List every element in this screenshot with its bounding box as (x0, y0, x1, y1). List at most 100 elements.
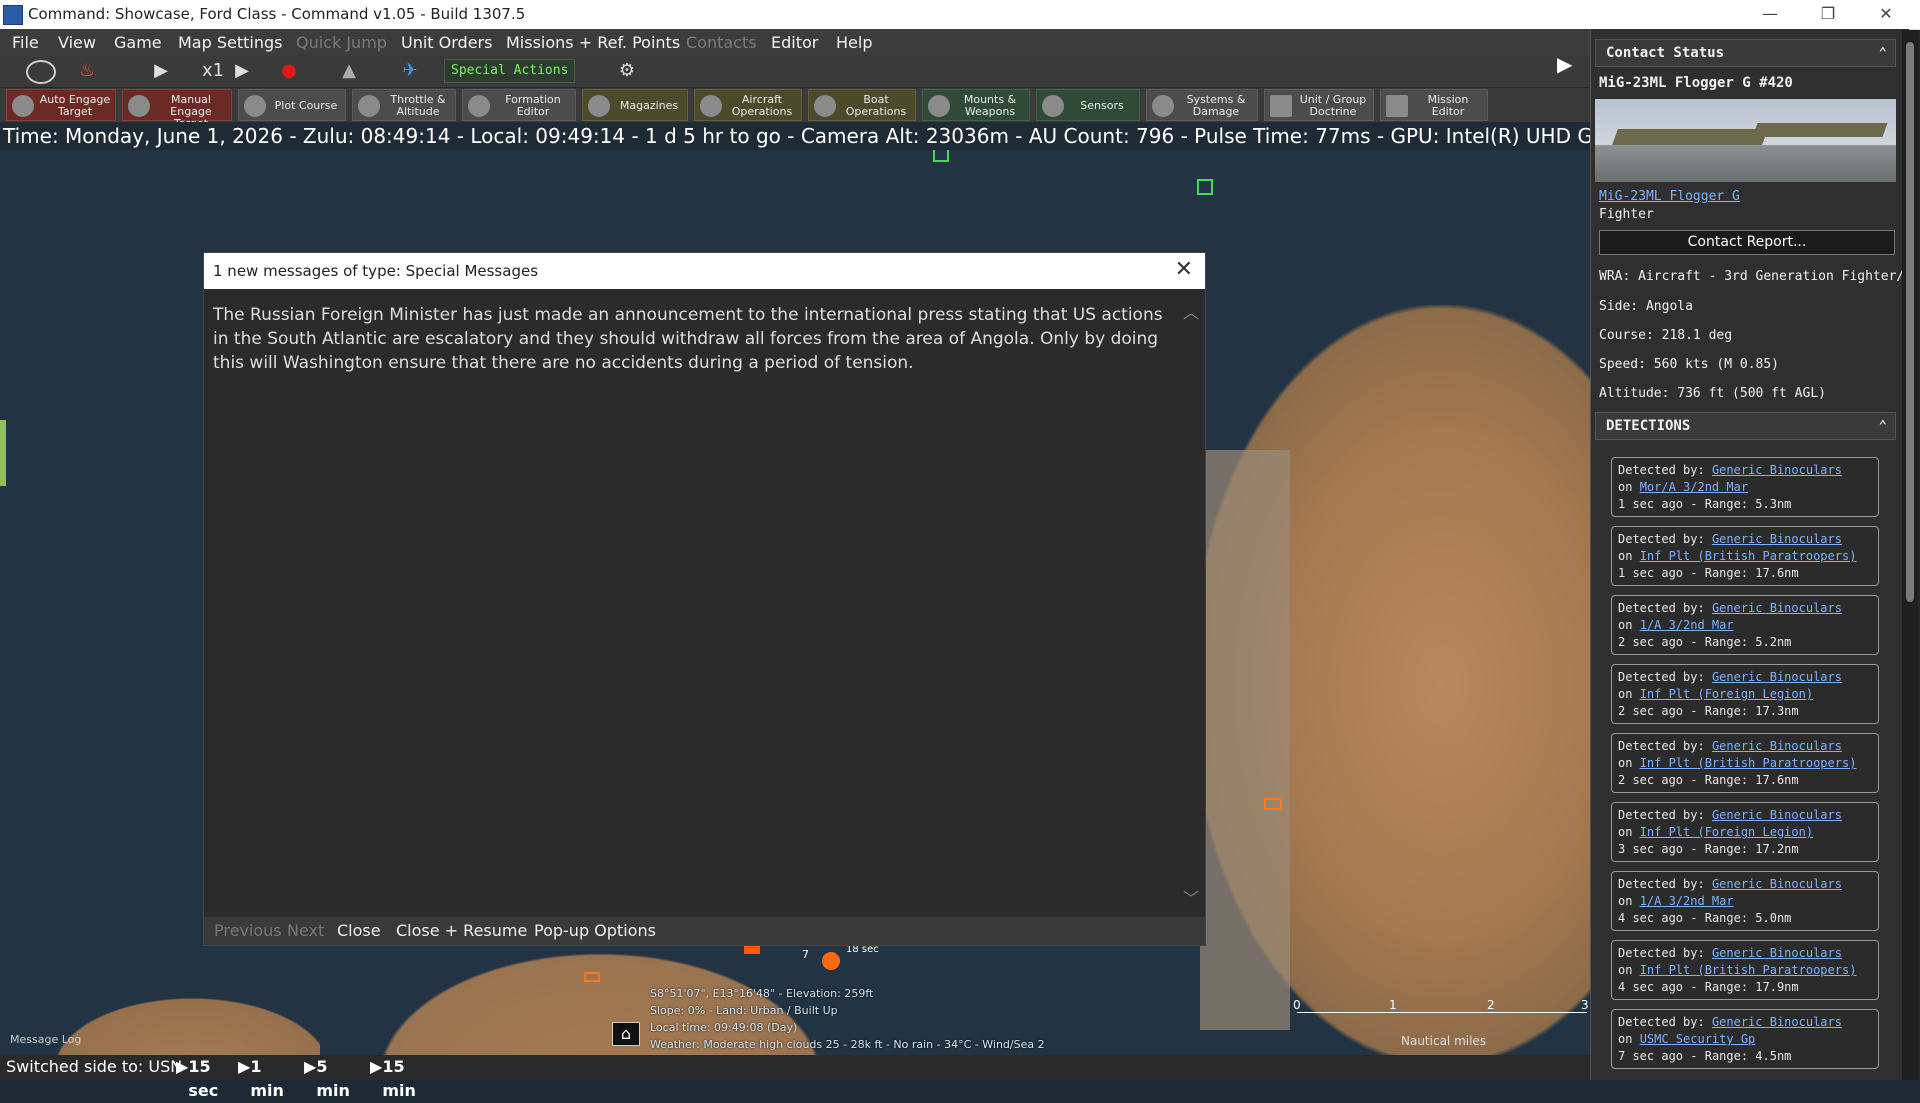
time-step-15sec[interactable]: ▶ 15 sec (176, 1055, 218, 1100)
aircraft-ops-button[interactable]: Aircraft Operations (694, 89, 802, 121)
scroll-up-icon[interactable]: ︿ (1183, 299, 1199, 323)
scroll-down-icon[interactable]: ﹀ (1183, 885, 1199, 909)
sensor-link[interactable]: Generic Binoculars (1712, 739, 1842, 753)
unit-marker[interactable] (933, 150, 949, 162)
previous-button[interactable]: Previous (214, 917, 282, 945)
next-button[interactable]: Next (287, 917, 324, 945)
collapse-icon[interactable]: ⌃ (1879, 40, 1887, 66)
menu-missions[interactable]: Missions + Ref. Points (506, 33, 680, 52)
step-button[interactable]: ▶ (230, 59, 254, 83)
menu-quick-jump[interactable]: Quick Jump (296, 33, 387, 52)
detector-unit-link[interactable]: Inf Plt (British Paratroopers) (1640, 756, 1857, 770)
clock-icon[interactable] (26, 60, 56, 84)
detection-item: Detected by: Generic Binoculars on Inf Pl… (1611, 733, 1879, 793)
contact-report-button[interactable]: Contact Report... (1599, 230, 1895, 255)
detector-unit-link[interactable]: Inf Plt (British Paratroopers) (1640, 549, 1857, 563)
sensor-link[interactable]: Generic Binoculars (1712, 946, 1842, 960)
time-step-5min[interactable]: ▶ 5 min (304, 1055, 350, 1100)
menu-game[interactable]: Game (114, 33, 162, 52)
sensor-link[interactable]: Generic Binoculars (1712, 808, 1842, 822)
mounts-weapons-button[interactable]: Mounts & Weapons (922, 89, 1030, 121)
unit-count-label: 7 (802, 948, 809, 961)
menu-contacts[interactable]: Contacts (686, 33, 757, 52)
menu-file[interactable]: File (12, 33, 39, 52)
detector-unit-link[interactable]: Inf Plt (British Paratroopers) (1640, 963, 1857, 977)
detector-unit-link[interactable]: USMC Security Gp (1640, 1032, 1756, 1046)
special-actions-button[interactable]: Special Actions (444, 59, 576, 83)
detections-header[interactable]: DETECTIONS ⌃ (1595, 412, 1896, 440)
detection-item: Detected by: Generic Binoculars on USMC S… (1611, 1009, 1879, 1069)
time-step-1min[interactable]: ▶ 1 min (238, 1055, 284, 1100)
urban-area (1200, 450, 1290, 1030)
minimize-button[interactable]: — (1750, 2, 1790, 26)
side-handle[interactable] (0, 420, 6, 486)
sensor-link[interactable]: Generic Binoculars (1712, 670, 1842, 684)
close-resume-button[interactable]: Close + Resume (396, 917, 527, 945)
message-log-tab[interactable]: Message Log (10, 1033, 81, 1046)
gear-icon[interactable]: ⚙ (612, 59, 642, 83)
app-icon (3, 5, 23, 25)
zoom-home-icon[interactable]: ⌂ (612, 1022, 640, 1046)
menu-help[interactable]: Help (836, 33, 872, 52)
sensor-link[interactable]: Generic Binoculars (1712, 463, 1842, 477)
menu-unit-orders[interactable]: Unit Orders (401, 33, 492, 52)
detector-unit-link[interactable]: 1/A 3/2nd Mar (1640, 618, 1734, 632)
missile-icon (928, 95, 950, 117)
close-button[interactable]: Close (337, 917, 381, 945)
detector-unit-link[interactable]: 1/A 3/2nd Mar (1640, 894, 1734, 908)
contact-marker[interactable] (1264, 798, 1282, 810)
manual-engage-button[interactable]: Manual Engage Target (122, 89, 232, 130)
speed-label[interactable]: x1 (198, 59, 228, 83)
detection-range: - Range: 5.0nm (1690, 911, 1792, 925)
record-button[interactable]: ● (276, 59, 302, 83)
sensor-link[interactable]: Generic Binoculars (1712, 877, 1842, 891)
doctrine-button[interactable]: Unit / Group Doctrine (1264, 89, 1374, 121)
panel-toggle-icon[interactable]: ▶ (1557, 52, 1572, 76)
aircraft-icon[interactable]: ✈ (398, 59, 422, 83)
contact-type-link[interactable]: MiG-23ML Flogger G (1599, 189, 1740, 204)
sensor-link[interactable]: Generic Binoculars (1712, 1015, 1842, 1029)
menu-editor[interactable]: Editor (771, 33, 818, 52)
popup-options-button[interactable]: Pop-up Options (534, 917, 656, 945)
contact-altitude: Altitude: 736 ft (500 ft AGL) (1599, 386, 1826, 401)
contact-marker[interactable] (744, 946, 760, 954)
close-icon[interactable]: ✕ (1175, 257, 1193, 282)
auto-engage-button[interactable]: Auto Engage Target (6, 89, 116, 121)
time-step-15min[interactable]: ▶ 15 min (370, 1055, 416, 1100)
throttle-altitude-button[interactable]: Throttle & Altitude (352, 89, 456, 121)
fire-icon[interactable]: ♨ (74, 59, 100, 83)
play-button[interactable]: ▶ (148, 59, 174, 83)
magazines-button[interactable]: Magazines (582, 89, 688, 121)
ammo-icon (588, 95, 610, 117)
sensors-button[interactable]: Sensors (1036, 89, 1140, 121)
detection-item: Detected by: Generic Binoculars on 1/A 3/… (1611, 595, 1879, 655)
sensor-link[interactable]: Generic Binoculars (1712, 532, 1842, 546)
detector-unit-link[interactable]: Mor/A 3/2nd Mar (1640, 480, 1748, 494)
detection-age: 1 sec ago (1618, 497, 1684, 511)
restore-button[interactable]: ❐ (1808, 2, 1848, 26)
detection-item: Detected by: Generic Binoculars on Inf Pl… (1611, 664, 1879, 724)
contact-marker[interactable] (584, 972, 600, 982)
plot-course-button[interactable]: Plot Course (238, 89, 346, 121)
menu-map-settings[interactable]: Map Settings (178, 33, 282, 52)
panel-scrollbar[interactable] (1902, 30, 1918, 1080)
formation-editor-button[interactable]: Formation Editor (462, 89, 576, 121)
close-window-button[interactable]: ✕ (1866, 2, 1906, 26)
unit-marker[interactable] (1197, 179, 1213, 195)
scrollbar-thumb[interactable] (1906, 42, 1914, 602)
collapse-icon[interactable]: ⌃ (1879, 413, 1887, 439)
detector-unit-link[interactable]: Inf Plt (Foreign Legion) (1640, 825, 1813, 839)
ship-icon[interactable]: ▲ (332, 59, 366, 83)
boat-ops-button[interactable]: Boat Operations (808, 89, 916, 121)
formation-icon (468, 95, 490, 117)
weather-line: Weather: Moderate high clouds 25 - 28k f… (650, 1038, 1045, 1051)
menu-view[interactable]: View (58, 33, 96, 52)
contact-status-header[interactable]: Contact Status ⌃ (1595, 39, 1896, 67)
sensor-link[interactable]: Generic Binoculars (1712, 601, 1842, 615)
unit-group-icon[interactable] (822, 952, 840, 970)
mission-editor-button[interactable]: Mission Editor (1380, 89, 1488, 121)
detection-item: Detected by: Generic Binoculars on Inf Pl… (1611, 940, 1879, 1000)
scale-tick: 2 (1487, 998, 1495, 1012)
detector-unit-link[interactable]: Inf Plt (Foreign Legion) (1640, 687, 1813, 701)
systems-damage-button[interactable]: Systems & Damage (1146, 89, 1258, 121)
